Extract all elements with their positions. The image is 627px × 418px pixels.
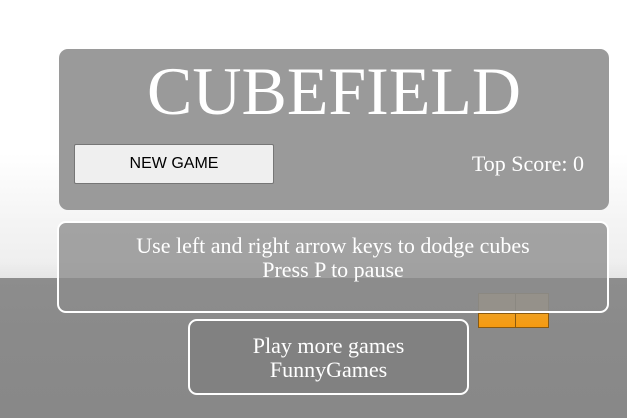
cube-front-face	[478, 313, 516, 328]
main-menu-panel: CUBEFIELD NEW GAME Top Score: 0	[59, 49, 609, 210]
instructions-controls: Use left and right arrow keys to dodge c…	[136, 233, 530, 258]
instructions-panel: Use left and right arrow keys to dodge c…	[57, 221, 609, 313]
play-more-games-label: Play more games	[252, 333, 405, 358]
instructions-pause: Press P to pause	[262, 257, 404, 282]
cube-front-face	[515, 313, 549, 328]
funnygames-label: FunnyGames	[269, 357, 388, 382]
new-game-button[interactable]: NEW GAME	[74, 144, 274, 184]
game-title: CUBEFIELD	[147, 53, 521, 129]
play-more-games-button[interactable]: Play more games FunnyGames	[188, 319, 469, 395]
top-score: Top Score: 0	[471, 151, 584, 176]
